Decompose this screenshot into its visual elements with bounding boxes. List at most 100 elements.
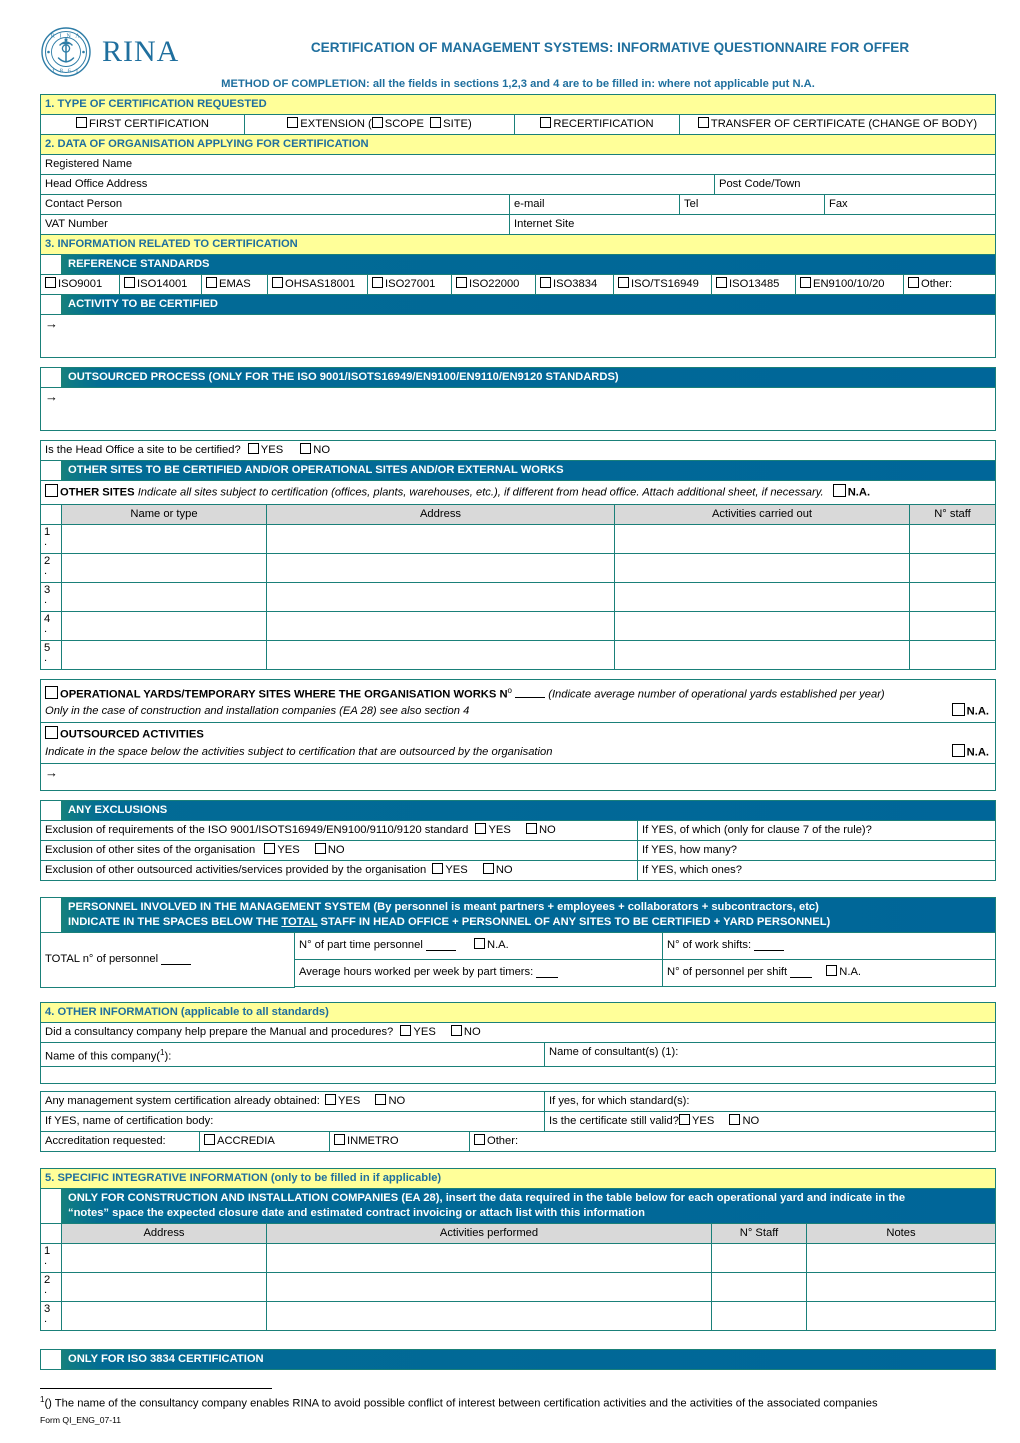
standard-ohsas18001[interactable]: OHSAS18001: [268, 274, 368, 295]
consultancy-question[interactable]: Did a consultancy company help prepare t…: [40, 1021, 996, 1043]
work-shifts-blank[interactable]: [754, 941, 785, 951]
sites-cell-staff[interactable]: [910, 552, 996, 583]
checkbox-other-sites-na[interactable]: [832, 484, 846, 497]
checkbox-part-time-na[interactable]: [473, 938, 485, 950]
operational-yards-block[interactable]: OPERATIONAL YARDS/TEMPORARY SITES WHERE …: [40, 678, 996, 724]
sites-cell-staff[interactable]: [910, 523, 996, 554]
standard-iso22000[interactable]: ISO22000: [452, 274, 536, 295]
sites-cell-activities[interactable]: [615, 639, 910, 670]
checkbox-standard-other[interactable]: [908, 277, 919, 288]
post-code-town-field[interactable]: Post Code/Town: [715, 174, 996, 195]
checkbox-ohsas18001[interactable]: [272, 277, 283, 288]
checkbox-exclusion-sites-no[interactable]: [314, 842, 326, 854]
consultancy-company-name[interactable]: Name of this company(1):: [40, 1041, 545, 1068]
standard-emas[interactable]: EMAS: [202, 274, 268, 295]
activity-input[interactable]: →: [40, 314, 996, 358]
fax-field[interactable]: Fax: [825, 194, 996, 215]
yards-cell-activities[interactable]: [267, 1243, 712, 1274]
checkbox-iso9001[interactable]: [45, 277, 56, 288]
contact-person-field[interactable]: Contact Person: [40, 194, 510, 215]
checkbox-already-obtained-yes[interactable]: [324, 1094, 336, 1106]
checkbox-iso14001[interactable]: [124, 277, 135, 288]
checkbox-iso3834[interactable]: [540, 277, 551, 288]
other-sites-note[interactable]: OTHER SITES Indicate all sites subject t…: [40, 480, 996, 505]
sites-cell-staff[interactable]: [910, 581, 996, 612]
accreditation-accredia[interactable]: ACCREDIA: [200, 1131, 330, 1153]
sites-cell-name[interactable]: [62, 639, 267, 670]
sites-cell-activities[interactable]: [615, 610, 910, 641]
sites-cell-activities[interactable]: [615, 581, 910, 612]
yards-cell-address[interactable]: [62, 1272, 267, 1303]
sites-cell-staff[interactable]: [910, 610, 996, 641]
checkbox-already-obtained-no[interactable]: [375, 1094, 387, 1106]
email-field[interactable]: e-mail: [510, 194, 680, 215]
avg-hours-cell[interactable]: Average hours worked per week by part ti…: [295, 958, 663, 987]
already-obtained-label[interactable]: Any management system certification alre…: [40, 1091, 545, 1113]
total-personnel-cell[interactable]: TOTAL n° of personnel: [40, 931, 295, 988]
part-time-personnel-cell[interactable]: N° of part time personnel N.A.: [295, 931, 663, 960]
checkbox-personnel-per-shift-na[interactable]: [826, 965, 838, 977]
yards-cell-staff[interactable]: [712, 1301, 807, 1332]
cert-body-label[interactable]: If YES, name of certification body:: [40, 1111, 545, 1133]
standard-iso27001[interactable]: ISO27001: [368, 274, 452, 295]
yards-cell-activities[interactable]: [267, 1301, 712, 1332]
yards-cell-notes[interactable]: [807, 1301, 996, 1332]
checkbox-exclusion-req-yes[interactable]: [475, 822, 487, 834]
checkbox-transfer[interactable]: [697, 117, 709, 128]
exclusion-sites-answer[interactable]: If YES, how many?: [638, 839, 996, 861]
standard-iso9001[interactable]: ISO9001: [40, 274, 120, 295]
part-time-na[interactable]: N.A.: [473, 938, 509, 953]
avg-hours-blank[interactable]: [536, 968, 559, 978]
checkbox-exclusion-sites-yes[interactable]: [264, 842, 276, 854]
outsourced-activities-block[interactable]: OUTSOURCED ACTIVITIES Indicate in the sp…: [40, 722, 996, 764]
checkbox-cert-valid-yes[interactable]: [678, 1114, 690, 1126]
checkbox-iso13485[interactable]: [716, 277, 727, 288]
standard-iso13485[interactable]: ISO13485: [712, 274, 796, 295]
checkbox-accreditation-other[interactable]: [474, 1134, 485, 1146]
checkbox-accredia[interactable]: [204, 1134, 215, 1146]
checkbox-exclusion-outsourced-no[interactable]: [482, 862, 494, 874]
checkbox-en9100[interactable]: [800, 277, 811, 288]
registered-name-field[interactable]: Registered Name: [40, 154, 996, 175]
checkbox-iso22000[interactable]: [456, 277, 467, 288]
outsourced-process-input[interactable]: →: [40, 387, 996, 431]
outsourced-activities-na[interactable]: N.A.: [951, 743, 989, 761]
checkbox-exclusion-req-no[interactable]: [525, 822, 537, 834]
yards-cell-address[interactable]: [62, 1301, 267, 1332]
cert-valid-label[interactable]: Is the certificate still valid? YES NO: [545, 1111, 996, 1133]
personnel-per-shift-na[interactable]: N.A.: [826, 965, 861, 980]
sites-cell-name[interactable]: [62, 523, 267, 554]
yards-cell-notes[interactable]: [807, 1272, 996, 1303]
checkbox-scope[interactable]: [371, 117, 383, 128]
sites-cell-address[interactable]: [267, 639, 615, 670]
checkbox-extension[interactable]: [287, 117, 299, 128]
checkbox-consultancy-no[interactable]: [450, 1024, 462, 1036]
tel-field[interactable]: Tel: [680, 194, 825, 215]
checkbox-first-certification[interactable]: [76, 117, 88, 128]
outsourced-activities-input[interactable]: →: [40, 762, 996, 791]
operational-yards-na[interactable]: N.A.: [951, 703, 989, 720]
total-personnel-blank[interactable]: [161, 955, 192, 965]
yards-number-blank[interactable]: [515, 688, 546, 699]
option-extension[interactable]: EXTENSION (SCOPE SITE): [245, 114, 515, 135]
checkbox-site[interactable]: [430, 117, 442, 128]
checkbox-head-office-yes[interactable]: [247, 443, 259, 454]
sites-cell-address[interactable]: [267, 610, 615, 641]
yards-cell-address[interactable]: [62, 1243, 267, 1274]
personnel-per-shift-blank[interactable]: [790, 968, 813, 978]
exclusion-sites-label[interactable]: Exclusion of other sites of the organisa…: [40, 839, 638, 861]
sites-cell-activities[interactable]: [615, 523, 910, 554]
sites-cell-name[interactable]: [62, 581, 267, 612]
checkbox-outsourced-activities[interactable]: [45, 726, 58, 740]
exclusion-requirements-label[interactable]: Exclusion of requirements of the ISO 900…: [40, 819, 638, 841]
checkbox-emas[interactable]: [206, 277, 217, 288]
sites-cell-name[interactable]: [62, 610, 267, 641]
checkbox-iso-ts16949[interactable]: [618, 277, 629, 288]
option-recertification[interactable]: RECERTIFICATION: [515, 114, 680, 135]
exclusion-requirements-answer[interactable]: If YES, of which (only for clause 7 of t…: [638, 819, 996, 841]
sites-cell-address[interactable]: [267, 552, 615, 583]
checkbox-operational-yards[interactable]: [45, 685, 58, 699]
part-time-blank[interactable]: [425, 941, 456, 951]
consultancy-blank[interactable]: [40, 1066, 996, 1085]
head-office-question[interactable]: Is the Head Office a site to be certifie…: [40, 440, 996, 461]
